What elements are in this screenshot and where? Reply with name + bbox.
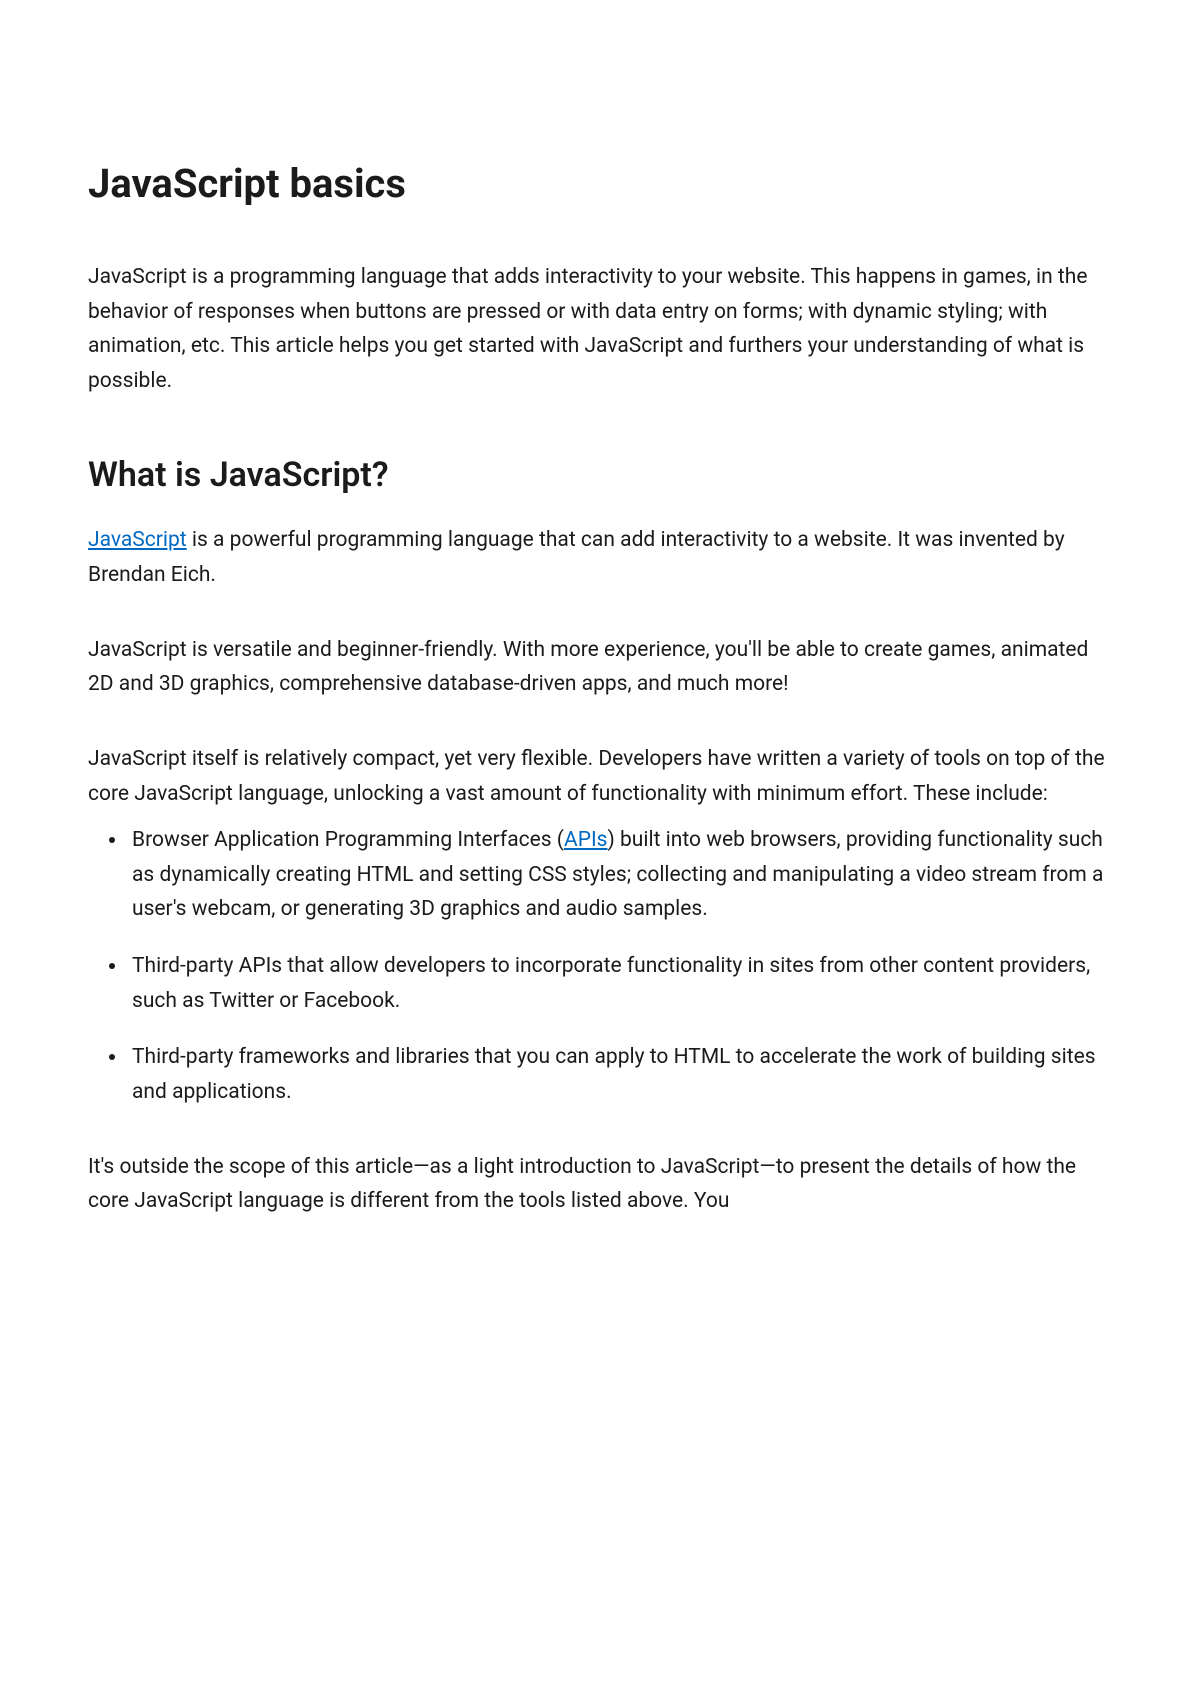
intro-paragraph: JavaScript is a programming language tha… (88, 260, 1112, 399)
article: JavaScript basics JavaScript is a progra… (0, 0, 1200, 1698)
link-javascript[interactable]: JavaScript (88, 528, 187, 552)
link-apis[interactable]: APIs (564, 828, 608, 852)
list-item: Third-party APIs that allow developers t… (128, 949, 1112, 1018)
list-item: Browser Application Programming Interfac… (128, 823, 1112, 927)
paragraph: JavaScript itself is relatively compact,… (88, 742, 1112, 811)
paragraph-partial: It's outside the scope of this article—a… (88, 1150, 1112, 1219)
tools-list: Browser Application Programming Interfac… (88, 823, 1112, 1109)
paragraph-text: is a powerful programming language that … (88, 528, 1065, 587)
section-heading-what-is-js: What is JavaScript? (88, 455, 1112, 496)
list-item-text: Browser Application Programming Interfac… (132, 828, 564, 852)
list-item: Third-party frameworks and libraries tha… (128, 1040, 1112, 1109)
paragraph: JavaScript is versatile and beginner-fri… (88, 633, 1112, 702)
page-title: JavaScript basics (88, 160, 1112, 208)
paragraph: JavaScript is a powerful programming lan… (88, 523, 1112, 592)
